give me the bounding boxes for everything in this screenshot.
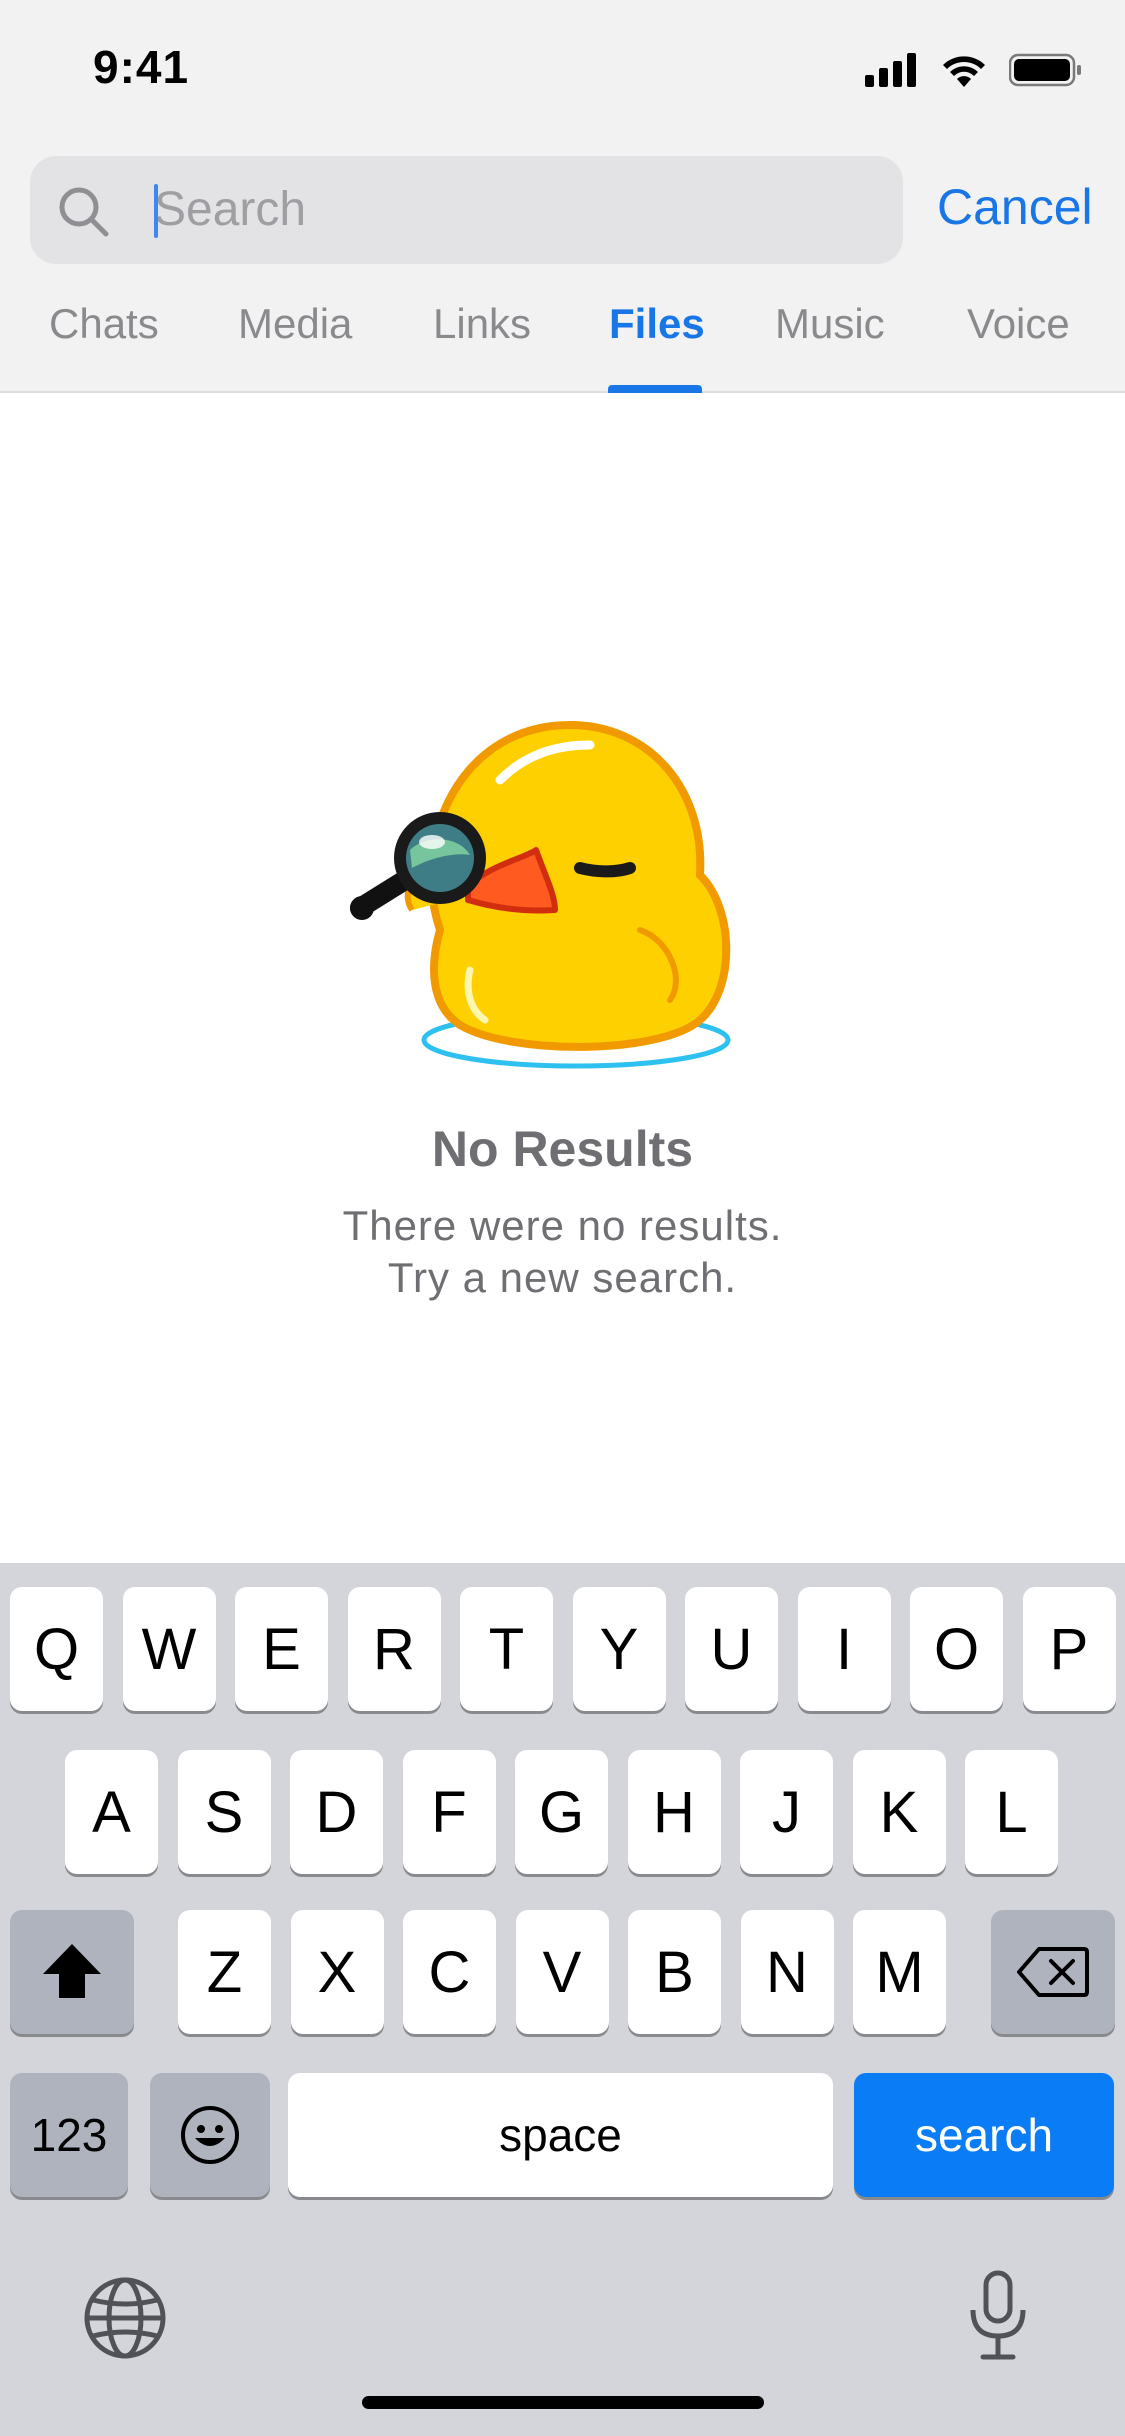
duck-sticker	[350, 720, 731, 1069]
tab-links[interactable]: Links	[433, 300, 531, 348]
tab-chats[interactable]: Chats	[49, 300, 159, 348]
space-key[interactable]: space	[288, 2073, 833, 2197]
key-e[interactable]: E	[235, 1587, 328, 1711]
key-p[interactable]: P	[1022, 1587, 1116, 1711]
wifi-icon	[943, 56, 985, 87]
text-cursor	[154, 184, 158, 238]
home-indicator	[362, 2396, 764, 2409]
key-b[interactable]: B	[628, 1910, 721, 2034]
search-placeholder: Search	[154, 183, 307, 236]
microphone-icon[interactable]	[967, 2270, 1029, 2362]
key-u[interactable]: U	[685, 1587, 778, 1711]
keyboard: QWERTYUIOP ASDFGHJKL ZXCVBNM 123 space s…	[0, 1563, 1125, 2436]
battery-icon	[1009, 53, 1081, 87]
search-input[interactable]: Search	[30, 156, 903, 264]
key-d[interactable]: D	[290, 1750, 383, 1874]
key-i[interactable]: I	[797, 1587, 891, 1711]
tab-music[interactable]: Music	[775, 300, 885, 348]
signal-icon	[865, 53, 916, 87]
empty-state-line-2: Try a new search.	[387, 1254, 738, 1301]
key-a[interactable]: A	[65, 1750, 158, 1874]
search-filter-tabs: Chats Media Links Files Music Voice	[0, 290, 1125, 393]
empty-state-line-1: There were no results.	[342, 1202, 783, 1249]
key-z[interactable]: Z	[178, 1910, 271, 2034]
key-s[interactable]: S	[177, 1750, 271, 1874]
tab-files[interactable]: Files	[609, 300, 705, 348]
backspace-icon	[1017, 1947, 1089, 1997]
status-icons	[865, 50, 1083, 90]
search-key[interactable]: search	[854, 2073, 1114, 2197]
cancel-button[interactable]: Cancel	[937, 178, 1093, 236]
key-f[interactable]: F	[402, 1750, 496, 1874]
shift-icon	[43, 1944, 101, 1998]
key-t[interactable]: T	[460, 1587, 553, 1711]
search-icon	[59, 187, 109, 237]
numbers-key[interactable]: 123	[10, 2073, 128, 2197]
key-g[interactable]: G	[515, 1750, 608, 1874]
key-x[interactable]: X	[290, 1910, 384, 2034]
key-j[interactable]: J	[740, 1750, 833, 1874]
key-v[interactable]: V	[515, 1910, 609, 2034]
key-n[interactable]: N	[740, 1910, 834, 2034]
active-tab-indicator	[608, 385, 702, 393]
key-r[interactable]: R	[347, 1587, 441, 1711]
emoji-key[interactable]	[150, 2073, 270, 2197]
delete-key[interactable]	[991, 1910, 1115, 2034]
globe-icon[interactable]	[83, 2276, 167, 2360]
key-c[interactable]: C	[403, 1910, 496, 2034]
key-h[interactable]: H	[627, 1750, 721, 1874]
key-y[interactable]: Y	[572, 1587, 666, 1711]
empty-state-title: No Results	[431, 1121, 694, 1177]
tab-voice[interactable]: Voice	[967, 300, 1070, 348]
key-q[interactable]: Q	[10, 1587, 103, 1711]
key-w[interactable]: W	[122, 1587, 216, 1711]
tab-media[interactable]: Media	[238, 300, 352, 348]
key-m[interactable]: M	[853, 1910, 946, 2034]
status-time: 9:41	[93, 41, 190, 93]
key-k[interactable]: K	[852, 1750, 946, 1874]
key-o[interactable]: O	[910, 1587, 1003, 1711]
key-l[interactable]: L	[965, 1750, 1058, 1874]
shift-key[interactable]	[10, 1910, 134, 2034]
emoji-icon	[181, 2106, 239, 2164]
search-header: 9:41 Search Cancel Chats Media Links Fil…	[0, 0, 1125, 393]
